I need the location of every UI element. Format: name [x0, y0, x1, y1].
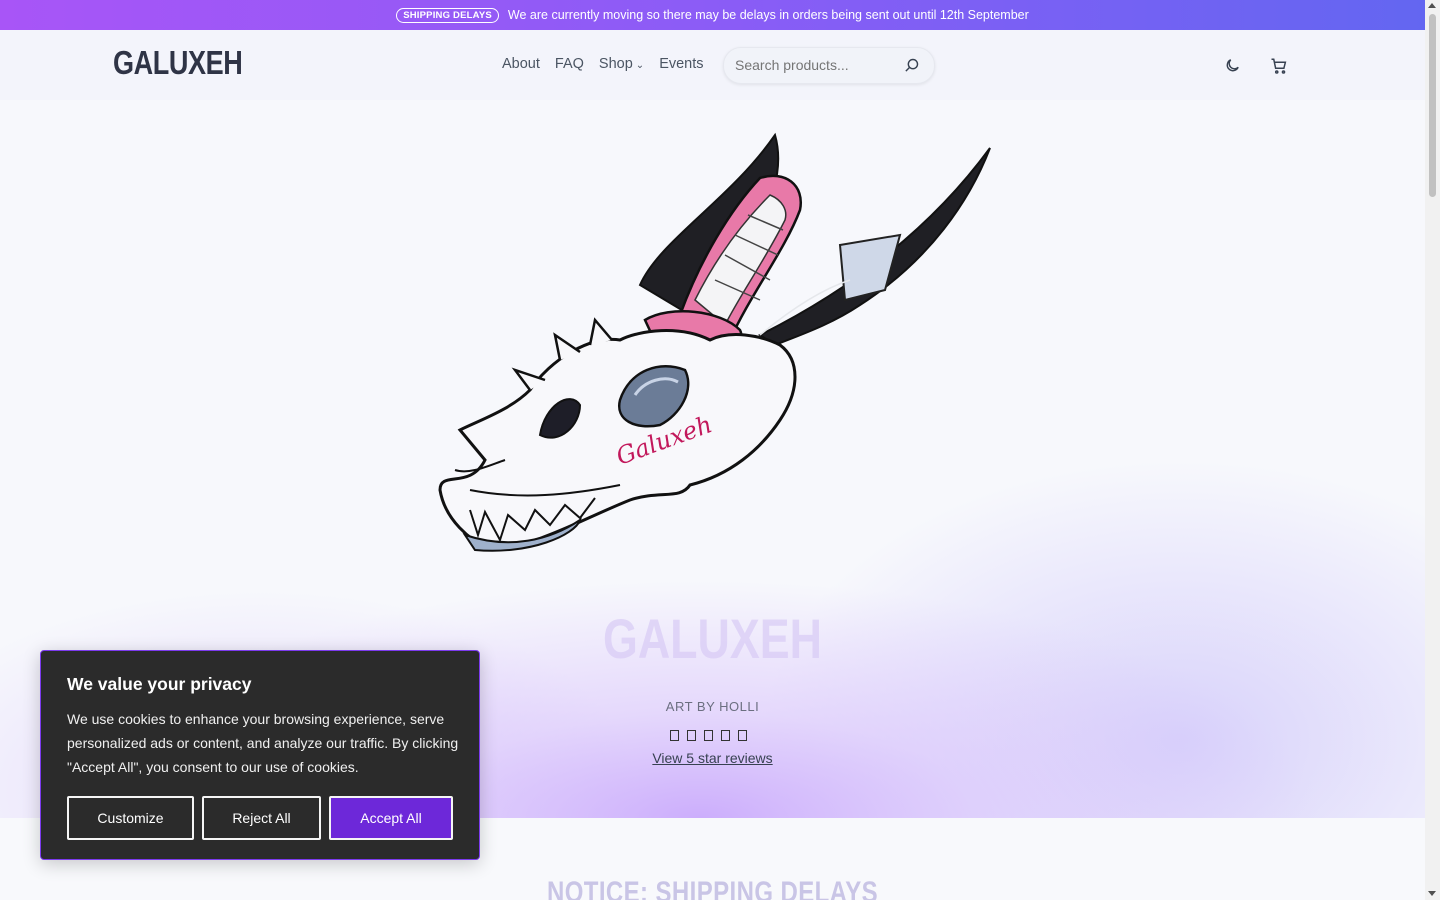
cookie-body: We use cookies to enhance your browsing … [67, 711, 459, 775]
scrollbar-thumb[interactable] [1429, 14, 1436, 197]
page-scrollbar[interactable] [1425, 0, 1440, 900]
chevron-down-icon: ⌄ [635, 60, 645, 71]
nav-shop[interactable]: Shop ⌄ [599, 56, 644, 72]
customize-button[interactable]: Customize [67, 796, 194, 840]
star-icon [670, 730, 679, 741]
star-icon [704, 730, 713, 741]
nav-events[interactable]: Events [659, 56, 703, 72]
star-icon [738, 730, 747, 741]
search-input[interactable] [735, 57, 895, 73]
site-header: GALUXEH About FAQ Shop ⌄ Events [0, 30, 1425, 100]
star-icon [721, 730, 730, 741]
scroll-up-icon[interactable] [1428, 3, 1436, 8]
nav-about[interactable]: About [502, 56, 540, 72]
cookie-consent-banner: We value your privacy We use cookies to … [40, 650, 480, 860]
cookie-title: We value your privacy [67, 674, 252, 694]
site-logo[interactable]: GALUXEH [113, 44, 243, 82]
nav-shop-label: Shop [598, 56, 633, 72]
main-nav: About FAQ Shop ⌄ Events [502, 56, 704, 72]
dragon-skull-artwork: Galuxeh [438, 132, 991, 552]
shipping-delays-badge: SHIPPING DELAYS [396, 7, 499, 23]
notice-title: NOTICE: SHIPPING DELAYS [546, 876, 879, 900]
announcement-bar: SHIPPING DELAYS We are currently moving … [0, 0, 1425, 30]
scroll-down-icon[interactable] [1428, 891, 1436, 896]
moon-icon[interactable] [1224, 57, 1241, 74]
search-icon[interactable] [903, 57, 920, 74]
accept-all-button[interactable]: Accept All [329, 796, 453, 840]
search-box [723, 47, 935, 84]
announcement-text: We are currently moving so there may be … [507, 8, 1029, 22]
reject-all-button[interactable]: Reject All [202, 796, 321, 840]
cart-icon[interactable] [1270, 57, 1288, 75]
rating-stars [670, 730, 747, 741]
star-icon [687, 730, 696, 741]
nav-faq[interactable]: FAQ [555, 56, 584, 72]
